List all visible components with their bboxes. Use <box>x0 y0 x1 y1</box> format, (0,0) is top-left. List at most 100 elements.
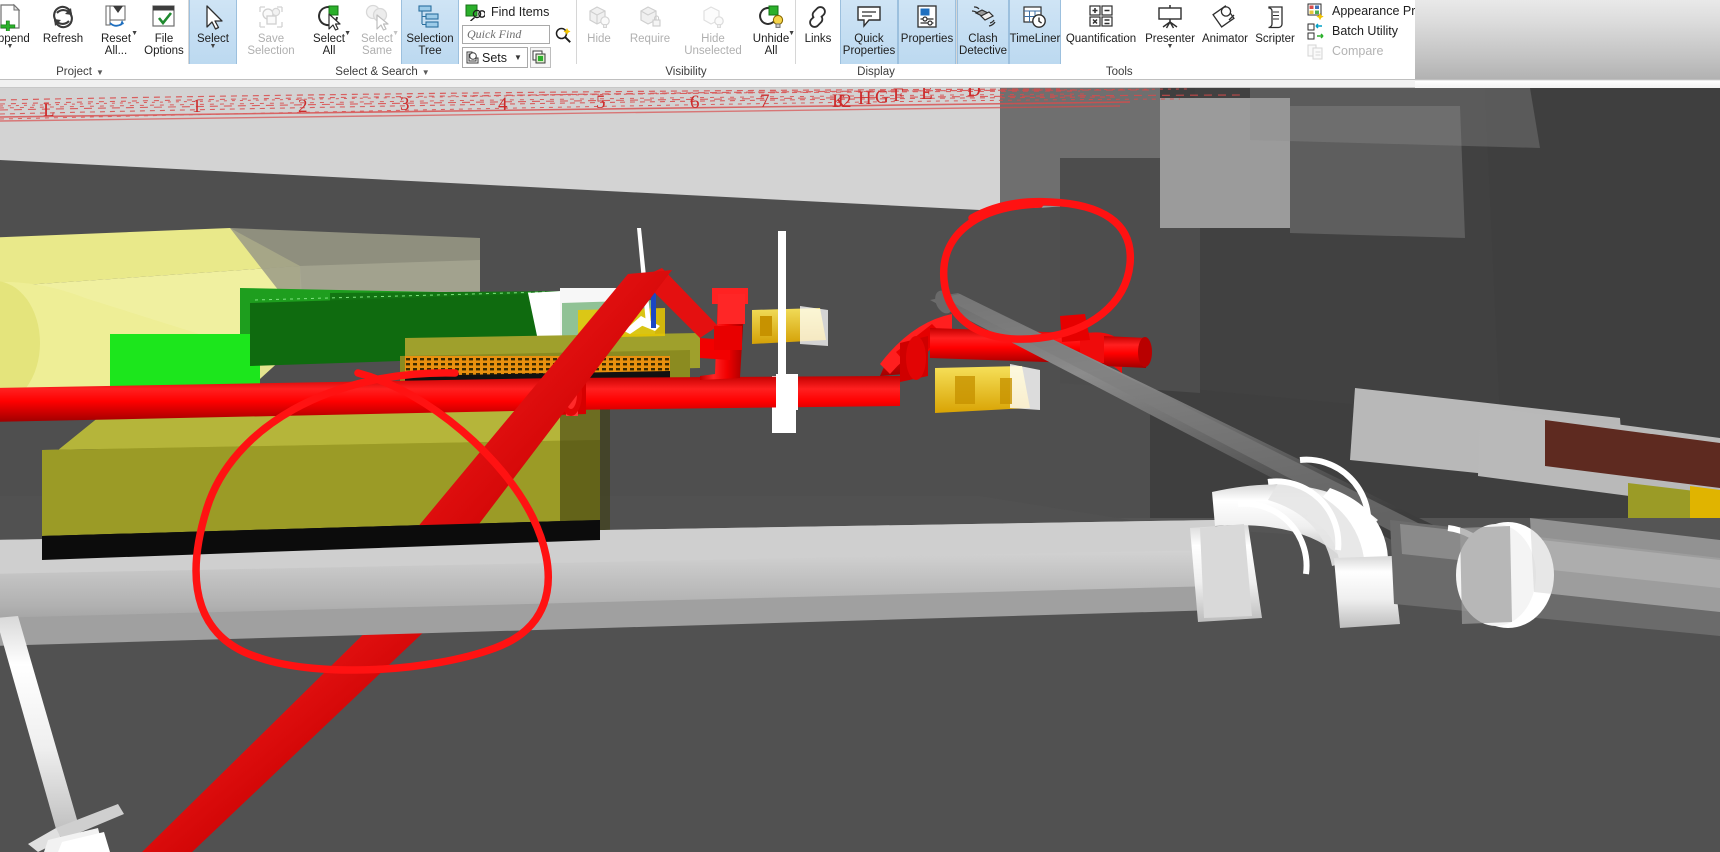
cursor-arrow-icon <box>196 2 230 32</box>
grid-label-L: L <box>43 100 55 121</box>
grid-label-4: 4 <box>498 94 508 115</box>
scene-canvas[interactable]: L 1 2 3 4 5 6 7 K J 2 H G F E D <box>0 88 1720 852</box>
chevron-down-icon[interactable]: ▼ <box>511 53 525 62</box>
append-dropdown-arrow[interactable]: ▼ <box>7 43 14 50</box>
append-icon <box>0 2 27 32</box>
scripter-button[interactable]: Scripter <box>1251 0 1299 64</box>
unhide-all-button[interactable]: Unhide All ▼ <box>747 0 795 64</box>
presenter-dropdown-arrow[interactable]: ▼ <box>1167 43 1174 50</box>
grid-label-1: 1 <box>192 96 202 117</box>
select-all-icon <box>312 2 346 32</box>
refresh-button[interactable]: Refresh <box>34 0 92 64</box>
reset-all-dropdown-arrow[interactable]: ▼ <box>131 30 138 37</box>
grid-label-E: E <box>921 88 933 104</box>
file-options-icon <box>147 2 181 32</box>
animator-label: Animator <box>1201 33 1249 45</box>
panel-title-tools-text: Tools <box>1105 66 1133 78</box>
save-selection-button: Save Selection <box>237 0 305 64</box>
batch-utility-label: Batch Utility <box>1332 24 1398 38</box>
append-label: Append <box>0 33 30 45</box>
find-items-label: Find Items <box>491 5 550 19</box>
selection-tree-button[interactable]: Selection Tree <box>401 0 459 64</box>
panel-title-project: Project ▼ <box>0 64 174 80</box>
unhide-all-dropdown-arrow[interactable]: ▼ <box>788 30 795 37</box>
3d-model-view[interactable]: L 1 2 3 4 5 6 7 K J 2 H G F E D <box>0 88 1720 852</box>
grid-label-5: 5 <box>596 92 606 113</box>
presenter-button[interactable]: Presenter ▼ <box>1141 0 1199 64</box>
quick-properties-label: Quick Properties <box>842 33 896 57</box>
ribbon-panel-display: Links Quick Properties Properties Displa… <box>796 0 957 78</box>
require-label: Require <box>629 33 671 45</box>
animator-icon <box>1208 2 1242 32</box>
panel-title-tools: Tools <box>837 64 1401 80</box>
reset-all-button[interactable]: Reset All... ▼ <box>92 0 140 64</box>
select-dropdown-arrow[interactable]: ▼ <box>210 43 217 50</box>
grid-label-H: H <box>858 88 872 109</box>
quick-properties-button[interactable]: Quick Properties <box>840 0 898 64</box>
grid-label-3: 3 <box>400 94 410 115</box>
refresh-icon <box>46 2 80 32</box>
select-all-dropdown-arrow[interactable]: ▼ <box>344 30 351 37</box>
panel-expand-caret-select-search[interactable]: ▼ <box>422 68 430 77</box>
select-all-button[interactable]: Select All ▼ <box>305 0 353 64</box>
quick-find-icon <box>555 27 571 43</box>
scripter-icon <box>1258 2 1292 32</box>
panel-title-visibility: Visibility <box>577 64 795 80</box>
animator-button[interactable]: Animator <box>1199 0 1251 64</box>
select-same-button: Select Same ▼ <box>353 0 401 64</box>
links-button[interactable]: Links <box>796 0 840 64</box>
panel-title-select-search: Select & Search ▼ <box>189 64 576 80</box>
panel-expand-caret-project[interactable]: ▼ <box>96 68 104 77</box>
clash-detective-button[interactable]: Clash Detective <box>957 0 1009 64</box>
ribbon-bottom-strip <box>0 80 1415 88</box>
presenter-icon <box>1153 2 1187 32</box>
select-same-icon <box>360 2 394 32</box>
timeliner-label: TimeLiner <box>1009 33 1061 45</box>
timeliner-button[interactable]: TimeLiner <box>1009 0 1061 64</box>
append-button[interactable]: Append ▼ <box>0 0 34 64</box>
hide-button: Hide <box>577 0 621 64</box>
links-icon <box>801 2 835 32</box>
properties-icon <box>910 2 944 32</box>
file-options-button[interactable]: File Options <box>140 0 188 64</box>
refresh-label: Refresh <box>42 33 84 45</box>
ribbon-right-filler <box>1415 0 1720 88</box>
panel-title-select-search-text: Select & Search <box>335 66 418 78</box>
save-selection-icon <box>254 2 288 32</box>
hide-unselected-label: Hide Unselected <box>684 33 742 57</box>
hide-label: Hide <box>587 33 611 45</box>
clash-detective-label: Clash Detective <box>959 33 1007 57</box>
quick-find-row: Quick Find <box>462 24 573 45</box>
reset-all-label: Reset All... <box>100 33 132 57</box>
select-same-dropdown-arrow: ▼ <box>392 30 399 37</box>
reset-all-icon <box>99 2 133 32</box>
sets-icon <box>466 51 479 64</box>
ribbon-panel-project: Append ▼ Refresh <box>0 0 189 78</box>
sets-label: Sets <box>482 50 508 65</box>
select-button[interactable]: Select ▼ <box>189 0 237 64</box>
search-controls: Find Items Quick Find Sets ▼ <box>459 0 576 68</box>
compare-icon <box>1305 41 1327 61</box>
ribbon-panel-visibility: Hide Require Hide Unselected Unhide All … <box>577 0 796 78</box>
hide-unselected-button: Hide Unselected <box>679 0 747 64</box>
require-icon <box>633 2 667 32</box>
grid-label-G: G <box>875 88 889 108</box>
find-items-button[interactable]: Find Items <box>462 2 573 22</box>
select-all-label: Select All <box>313 33 345 57</box>
grid-label-2: 2 <box>298 96 308 117</box>
unhide-all-label: Unhide All <box>752 33 790 57</box>
batch-utility-icon <box>1305 21 1327 41</box>
quick-find-input[interactable]: Quick Find <box>462 25 550 44</box>
ribbon: Append ▼ Refresh <box>0 0 1518 88</box>
quick-properties-icon <box>852 2 886 32</box>
panel-title-visibility-text: Visibility <box>665 66 707 78</box>
quick-find-button[interactable] <box>552 24 573 45</box>
grid-label-7: 7 <box>760 91 770 112</box>
grid-label-D: D <box>967 88 981 101</box>
timeliner-icon <box>1018 2 1052 32</box>
find-items-icon <box>464 2 486 22</box>
navisworks-window: Append ▼ Refresh <box>0 0 1720 852</box>
quantification-button[interactable]: Quantification <box>1061 0 1141 64</box>
hide-unselected-icon <box>696 2 730 32</box>
properties-button[interactable]: Properties <box>898 0 956 64</box>
